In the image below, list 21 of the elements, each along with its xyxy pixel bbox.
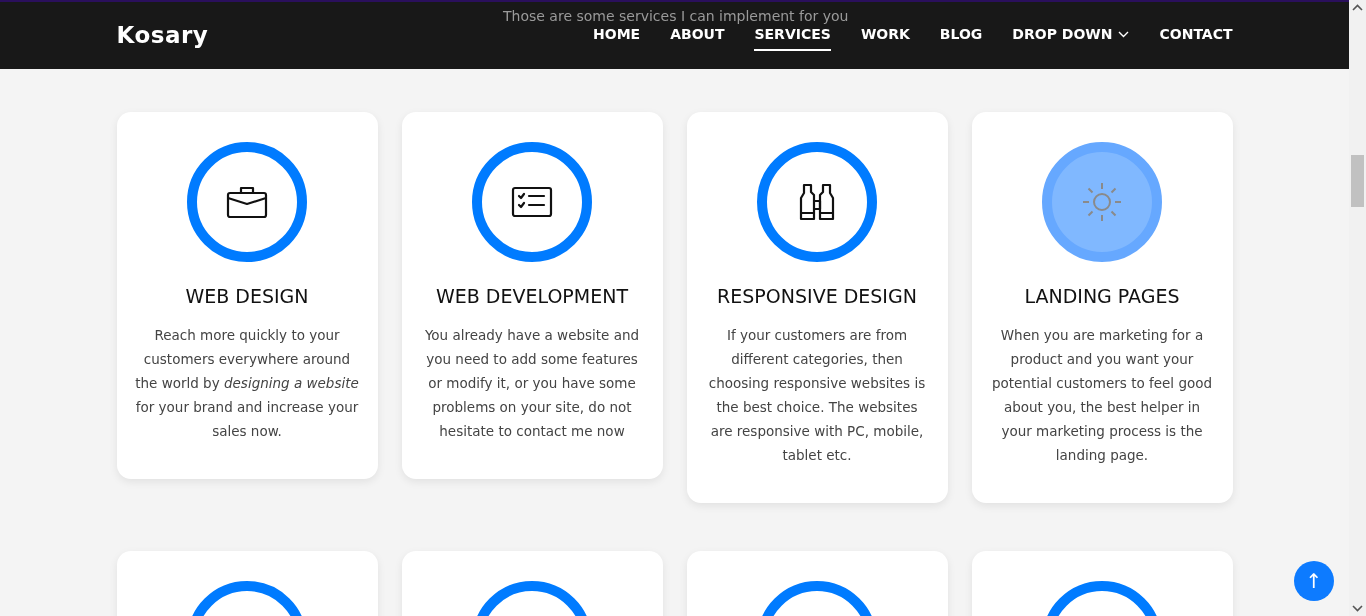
nav-link[interactable]: DROP DOWN [1012,20,1130,51]
service-description: If your customers are from different categories, then choosing responsive websites is the best choice. The websites are responsive with PC, mobile, tablet etc. [707,325,927,465]
service-description: When you are marketing for a product and you want your potential customers to feel good about you, the best helper in your marketing process is the landing page. [990,325,1214,465]
briefcase-icon [226,185,268,219]
service-title: RESPONSIVE DESIGN [716,284,918,309]
scrollbar-thumb[interactable] [1351,155,1364,207]
checklist-icon [511,186,553,218]
nav-link[interactable]: CONTACT [1159,20,1233,51]
sun-icon [1081,181,1123,223]
service-title: LANDING PAGES [1023,284,1181,309]
scroll-down-icon[interactable] [1352,604,1363,612]
back-to-top-button[interactable]: ↑ [1294,561,1334,601]
nav-link[interactable]: WORK [860,20,910,51]
brand-logo[interactable]: Kosary [116,18,209,53]
service-description: You already have a website and you need to add some features or modify it, or you have some problems on your site, do not hesitate to contact me now [423,325,641,441]
nav-link[interactable]: BLOG [939,20,983,51]
scroll-up-icon[interactable] [1352,4,1363,12]
binoculars-icon [798,183,836,221]
service-title: WEB DESIGN [184,284,310,309]
service-description: Reach more quickly to your customers everywhere around the world by designing a website for your brand and increase your sales now. [134,325,360,441]
service-title: WEB DEVELOPMENT [434,284,630,309]
